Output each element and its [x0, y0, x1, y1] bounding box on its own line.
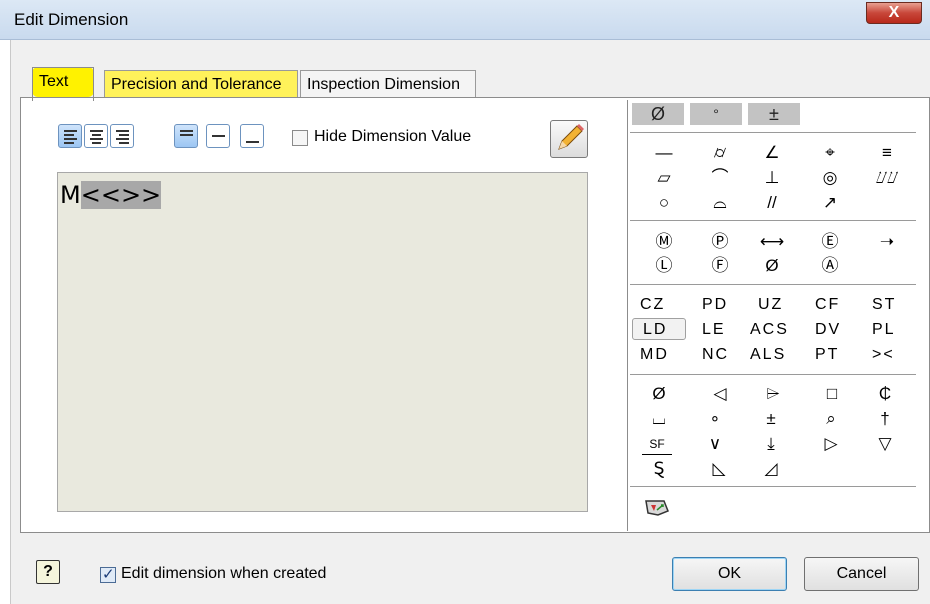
edit-text-button[interactable]: [550, 120, 588, 158]
symbol-mmc[interactable]: Ⓜ: [644, 232, 684, 252]
align-right-button[interactable]: [110, 124, 134, 148]
symbol-projected-zone[interactable]: Ⓟ: [700, 232, 740, 252]
code-st[interactable]: ST: [872, 296, 896, 314]
symbol-total-runout[interactable]: ⌰⌰: [864, 168, 910, 188]
symbol-dagger[interactable]: †: [870, 409, 900, 429]
insert-symbol-icon: [645, 500, 669, 516]
tab-text-label: Text: [39, 73, 69, 90]
code-acs[interactable]: ACS: [750, 321, 789, 339]
tab-inspection-label: Inspection Dimension: [307, 76, 460, 93]
symbol-free-state[interactable]: Ⓕ: [700, 256, 740, 276]
symbol-perpendicularity[interactable]: ⊥: [752, 168, 792, 188]
help-icon: ?: [43, 563, 53, 580]
symbol-angularity[interactable]: ∠: [752, 143, 792, 163]
symbol-diameter-button[interactable]: Ø: [632, 103, 684, 125]
edit-when-created-checkbox[interactable]: [100, 565, 116, 583]
symbol-concentricity[interactable]: ◎: [810, 168, 850, 188]
symbol-depth[interactable]: ⤓: [756, 434, 786, 454]
code-nc[interactable]: NC: [702, 346, 729, 364]
align-left-button[interactable]: [58, 124, 82, 148]
symbol-arrow[interactable]: ➝: [864, 232, 910, 252]
pencil-edit-icon: [558, 124, 584, 150]
symbol-parallelism[interactable]: //: [752, 193, 792, 213]
symbol-envelope[interactable]: Ⓔ: [810, 232, 850, 252]
symbol-circular-runout[interactable]: ↗: [810, 193, 850, 213]
code-dv[interactable]: DV: [815, 321, 841, 339]
symbol-flat-taper[interactable]: ◺: [694, 459, 744, 479]
tab-inspection-dimension[interactable]: Inspection Dimension: [300, 70, 476, 100]
symbol-surface-finish[interactable]: SF: [642, 434, 672, 455]
code-uz[interactable]: UZ: [758, 296, 783, 314]
code-als[interactable]: ALS: [750, 346, 786, 364]
title-bar[interactable]: Edit Dimension X: [0, 0, 930, 40]
code-pt[interactable]: PT: [815, 346, 839, 364]
symbol-profile-surface[interactable]: ⌓: [700, 193, 740, 213]
code-pd[interactable]: PD: [702, 296, 728, 314]
help-button[interactable]: ?: [36, 560, 60, 584]
symbol-position[interactable]: ⌖: [810, 143, 850, 163]
hide-dimension-value-label: Hide Dimension Value: [314, 128, 472, 145]
symbol-lmc[interactable]: Ⓛ: [644, 256, 684, 276]
symbol-flatness[interactable]: ▱: [644, 168, 684, 188]
symbol-plus-minus-misc[interactable]: ±: [756, 409, 786, 429]
code-md[interactable]: MD: [640, 346, 669, 364]
symbol-plus-minus-button[interactable]: ±: [748, 103, 800, 125]
align-center-button[interactable]: [84, 124, 108, 148]
tab-precision-label: Precision and Tolerance: [111, 76, 282, 93]
symbol-all-around[interactable]: Ⓐ: [810, 256, 850, 276]
symbol-small-taper[interactable]: ◿: [756, 459, 786, 479]
align-bottom-button[interactable]: [240, 124, 264, 148]
symbol-conical[interactable]: ▽: [870, 434, 900, 454]
symbol-small-circle[interactable]: ∘: [700, 409, 730, 429]
symbol-circularity[interactable]: ○: [644, 193, 684, 213]
symbol-taper[interactable]: ◁: [700, 384, 740, 404]
symbol-cylindricity[interactable]: ⌭: [700, 143, 740, 163]
dimension-text-editor[interactable]: M<<>>: [57, 172, 588, 512]
insert-symbol-button[interactable]: [642, 497, 670, 519]
editor-text-prefix: M: [60, 181, 81, 209]
tab-text[interactable]: Text: [32, 67, 94, 101]
code-le[interactable]: LE: [702, 321, 726, 339]
code-cf[interactable]: CF: [815, 296, 840, 314]
align-top-button[interactable]: [174, 124, 198, 148]
close-icon: X: [888, 4, 900, 21]
code-pl[interactable]: PL: [872, 321, 896, 339]
symbol-conical-taper[interactable]: ⌲: [748, 384, 798, 404]
symbol-countersink[interactable]: ∨: [700, 434, 730, 454]
ok-button[interactable]: OK: [672, 557, 787, 591]
code-ld[interactable]: LD: [643, 321, 667, 339]
tab-precision-and-tolerance[interactable]: Precision and Tolerance: [104, 70, 298, 100]
cancel-button[interactable]: Cancel: [804, 557, 919, 591]
code-cz[interactable]: CZ: [640, 296, 665, 314]
window-title: Edit Dimension: [14, 10, 129, 29]
dimension-value-token[interactable]: <<>>: [80, 181, 162, 209]
symbol-spotface[interactable]: Ȿ: [644, 459, 674, 479]
symbol-diameter-italic[interactable]: Ø: [752, 256, 792, 276]
symbol-arc-length[interactable]: ⌕: [816, 409, 846, 429]
symbol-degree-button[interactable]: °: [690, 103, 742, 125]
symbol-square[interactable]: □: [814, 384, 850, 404]
symbol-centerline[interactable]: ₵: [870, 384, 900, 404]
symbol-profile-line[interactable]: ⌒: [700, 168, 740, 188]
symbol-symmetry[interactable]: ≡: [864, 143, 910, 163]
edit-when-created-label: Edit dimension when created: [121, 565, 327, 582]
symbol-slope[interactable]: ▷: [816, 434, 846, 454]
close-button[interactable]: X: [866, 2, 922, 24]
code-arrows[interactable]: ><: [872, 346, 895, 364]
symbol-straightness[interactable]: —: [644, 143, 684, 163]
symbol-between[interactable]: ⟷: [752, 232, 792, 252]
hide-dimension-value-checkbox[interactable]: [292, 130, 308, 146]
align-middle-button[interactable]: [206, 124, 230, 148]
symbol-counterbore[interactable]: ⌴: [644, 409, 674, 429]
symbol-diameter-misc[interactable]: Ø: [644, 384, 674, 404]
